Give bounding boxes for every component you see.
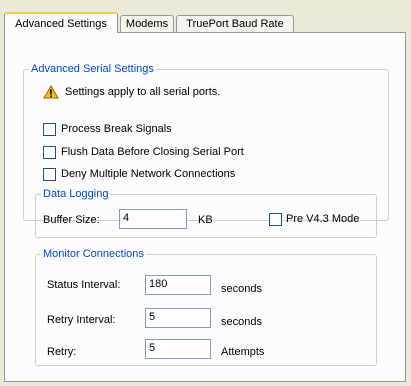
buffer-size-label: Buffer Size: [43,214,100,226]
data-logging-legend: Data Logging [43,188,109,200]
status-interval-label: Status Interval: [47,279,121,291]
tab-strip: Advanced Settings Modems TruePort Baud R… [0,0,411,33]
retry-unit: Attempts [221,346,265,358]
advanced-serial-settings-legend: Advanced Serial Settings [31,63,154,75]
tab-trueport-baud-rate[interactable]: TruePort Baud Rate [176,15,294,32]
retry-interval-label: Retry Interval: [47,314,116,326]
retry-label: Retry: [47,346,77,358]
monitor-connections-legend: Monitor Connections [43,248,144,260]
flush-data-label: Flush Data Before Closing Serial Port [61,146,244,158]
warning-icon [43,85,59,99]
tab-modems[interactable]: Modems [120,15,174,32]
process-break-signals-label: Process Break Signals [61,123,172,135]
status-interval-input[interactable]: 180 [145,275,211,295]
tab-panel: Advanced Serial Settings Settings apply … [4,32,406,382]
warning-text: Settings apply to all serial ports. [65,86,221,98]
tab-advanced-settings[interactable]: Advanced Settings [4,12,118,33]
retry-interval-input[interactable]: 5 [145,308,211,328]
pre-v43-mode-checkbox[interactable] [269,213,282,226]
retry-input[interactable]: 5 [145,339,211,359]
buffer-size-unit: KB [198,214,213,226]
deny-multiple-connections-label: Deny Multiple Network Connections [61,168,236,180]
status-interval-unit: seconds [221,283,262,295]
flush-data-checkbox[interactable] [43,146,56,159]
process-break-signals-checkbox[interactable] [43,123,56,136]
retry-interval-unit: seconds [221,316,262,328]
deny-multiple-connections-checkbox[interactable] [43,168,56,181]
pre-v43-mode-label: Pre V4.3 Mode [286,213,360,225]
buffer-size-input[interactable]: 4 [119,209,187,229]
